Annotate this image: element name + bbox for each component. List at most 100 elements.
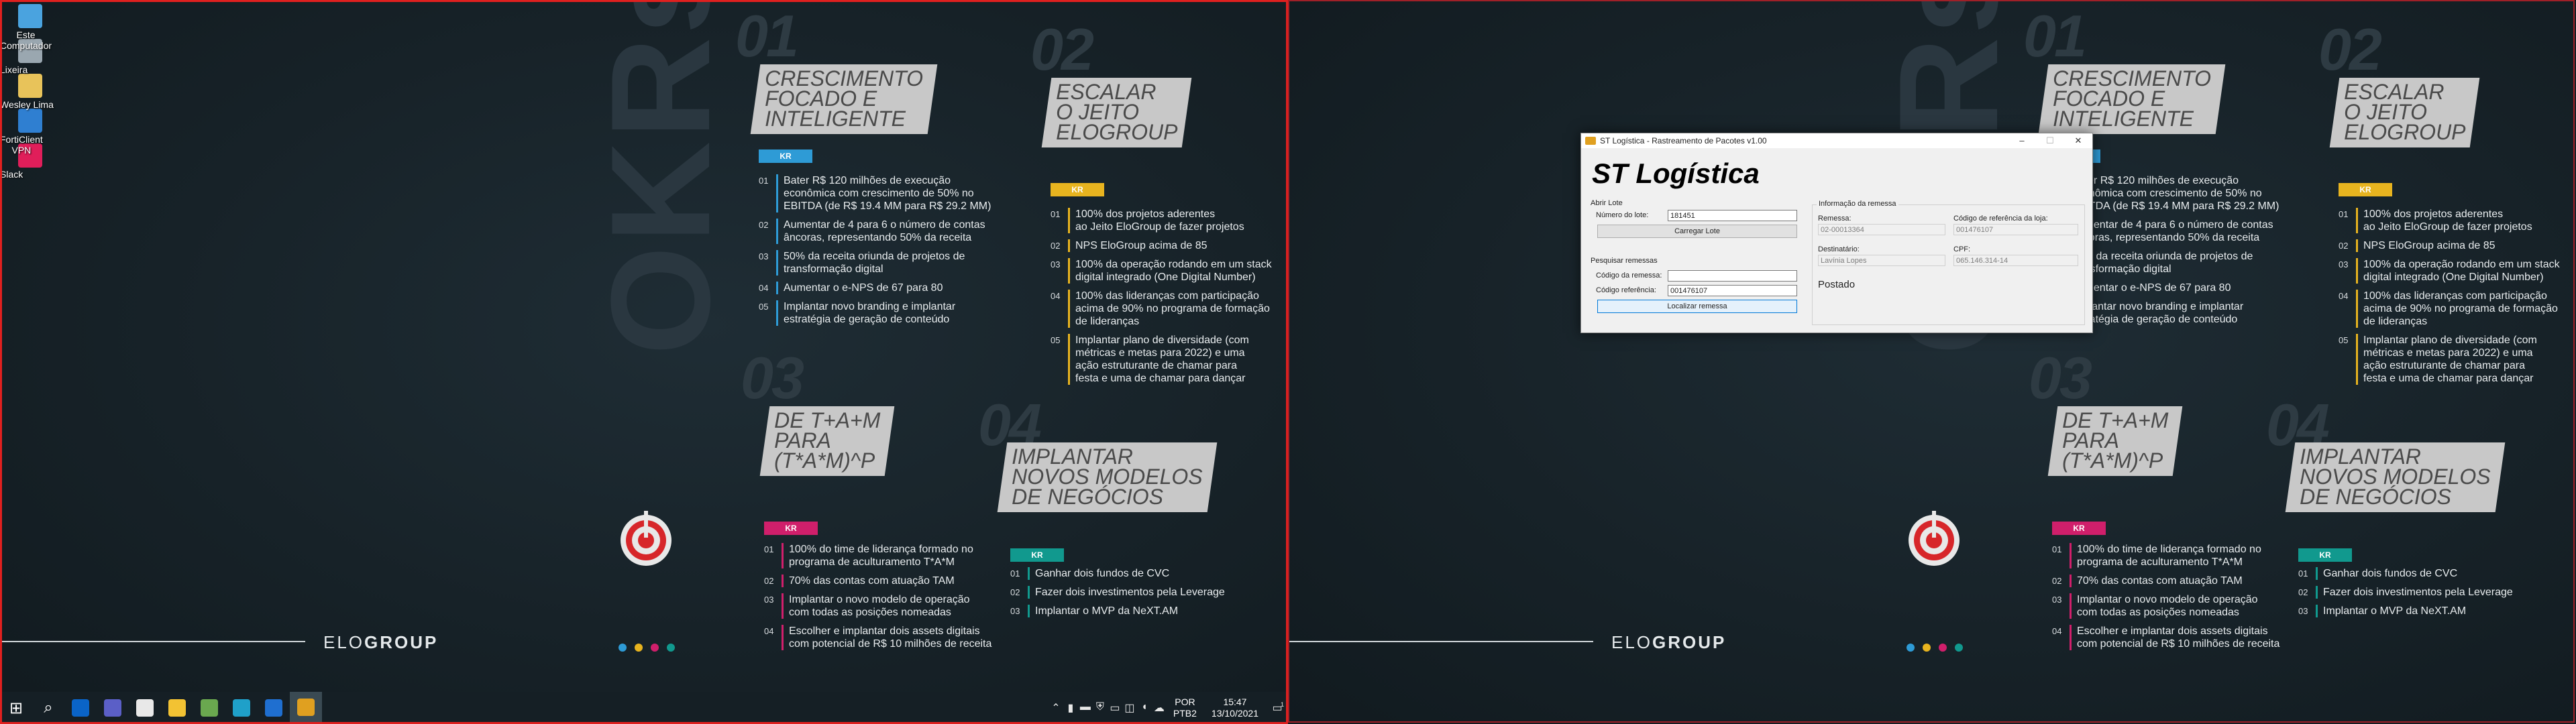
taskbar-button[interactable] (225, 692, 258, 724)
kr-item-text: Implantar plano de diversidade (com métr… (1075, 335, 1249, 384)
kr-item-text: Aumentar de 4 para 6 o número de contas … (2072, 219, 2273, 243)
kr-item-text: Fazer dois investimentos pela Leverage (2323, 587, 2513, 598)
kr-list-4: 01 Ganhar dois fundos de CVC 02 Fazer dois … (2298, 567, 2540, 623)
desktop-icon[interactable]: Este Computador (0, 4, 60, 51)
okr-number-2: 02 (2318, 16, 2382, 82)
kr-item-bar (2070, 543, 2072, 568)
st-logistica-window: ST Logística - Rastreamento de Pacotes v… (1580, 133, 2093, 333)
kr-item-text: 100% das lideranças com participação aci… (2363, 290, 2558, 327)
kr-item-number: 01 (764, 544, 774, 554)
taskbar-button[interactable]: ⊞ (0, 692, 32, 724)
kr-item: 05 Implantar plano de diversidade (com mé… (1051, 334, 1279, 385)
kr-item-number: 03 (764, 595, 774, 605)
chevron-up-icon[interactable]: ⌃ (1049, 701, 1063, 715)
kr-item: 01 100% do time de liderança formado no p… (764, 543, 1006, 568)
kr-item-text: Aumentar o e-NPS de 67 para 80 (784, 282, 943, 294)
kr-badge-3: KR (764, 522, 818, 535)
onedrive-icon[interactable]: ☁ (1152, 701, 1167, 715)
kr-item-text: 70% das contas com atuação TAM (789, 575, 955, 587)
battery-icon[interactable]: ▭ (1108, 701, 1122, 715)
st-logistica-app-icon (1585, 137, 1596, 145)
kr-badge-2: KR (1051, 183, 1104, 196)
desktop-icon[interactable]: FortiClient VPN (0, 109, 60, 156)
microphone-icon[interactable]: ▮ (1063, 701, 1078, 715)
kr-item-number: 01 (2052, 544, 2062, 554)
okr-number-3: 03 (2029, 345, 2092, 411)
taskbar-apps: ⊞ ⌕ (0, 692, 322, 724)
language-indicator[interactable]: POR PTB2 (1173, 697, 1197, 719)
kr-item-text: Implantar o MVP da NeXT.AM (2323, 605, 2467, 617)
desktop-icons: Este Computador Lixeira Wesley Lima FortiCl… (0, 4, 60, 180)
taskbar-button[interactable] (129, 692, 161, 724)
kr-list-2: 01 100% dos projetos aderentes ao Jeito E… (2339, 208, 2567, 391)
network-icon[interactable]: ◫ (1122, 701, 1137, 715)
monitor-2: OKRs ELOGROUP 01CRESCIMENTO FOCADO E INT… (1288, 0, 2576, 724)
notification-center-icon[interactable]: ▭ 1 (1267, 701, 1288, 715)
kr-item-text: NPS EloGroup acima de 85 (2363, 240, 2496, 251)
shield-icon[interactable]: ⛨ (1093, 701, 1108, 715)
kr-item-number: 04 (764, 626, 774, 636)
localizar-remessa-button[interactable]: Localizar remessa (1597, 300, 1797, 313)
kr-item-text: NPS EloGroup acima de 85 (1075, 240, 1208, 251)
clock[interactable]: 15:47 13/10/2021 (1212, 697, 1258, 719)
carregar-lote-button[interactable]: Carregar Lote (1597, 225, 1797, 238)
kr-item-number: 02 (1010, 587, 1020, 597)
pesquisar-legend: Pesquisar remessas (1591, 257, 1658, 265)
minimize-icon[interactable]: – (2008, 133, 2036, 148)
taskbar-button[interactable] (161, 692, 193, 724)
kr-item-bar (1068, 334, 1070, 385)
sourcetree-icon (265, 699, 282, 717)
taskbar-button[interactable] (258, 692, 290, 724)
kr-item-number: 03 (1010, 606, 1020, 616)
kr-item-text: 50% da receita oriunda de projetos de tr… (784, 251, 965, 275)
taskbar-button[interactable] (193, 692, 225, 724)
kr-item-text: Aumentar o e-NPS de 67 para 80 (2072, 282, 2231, 294)
codigo-loja-field: 001476107 (1953, 224, 2078, 235)
brand-dots (1907, 644, 1963, 652)
kr-item: 05 Implantar novo branding e implantar es… (759, 300, 1034, 326)
kr-item-bar (1028, 567, 1030, 580)
speaker-icon[interactable]: ◖ (1137, 701, 1152, 715)
dot-blue (1907, 644, 1915, 652)
kr-item-number: 03 (2298, 606, 2308, 616)
brand-dots (619, 644, 675, 652)
kr-item: 03 Implantar o MVP da NeXT.AM (1010, 605, 1252, 617)
kr-item-text: Implantar o novo modelo de operação com … (789, 594, 970, 618)
taskbar-button[interactable] (64, 692, 97, 724)
kr-item-number: 02 (2339, 241, 2349, 251)
codigo-referencia-label: Código referência: (1596, 286, 1656, 294)
maximize-icon[interactable]: ☐ (2036, 133, 2064, 148)
divider-line (0, 641, 305, 642)
kr-item: 04 Escolher e implantar dois assets digit… (2052, 625, 2294, 650)
kr-badge-1: KR (759, 149, 812, 163)
codigo-referencia-input[interactable]: 001476107 (1668, 285, 1797, 296)
dot-teal (1955, 644, 1963, 652)
taskbar-button[interactable]: ⌕ (32, 692, 64, 724)
remessa-field: 02-00013364 (1818, 224, 1945, 235)
codigo-remessa-input[interactable] (1668, 270, 1797, 282)
okr-number-1: 01 (735, 3, 799, 69)
kr-item: 02 Fazer dois investimentos pela Leverage (1010, 586, 1252, 599)
okr-title-box-1: CRESCIMENTO FOCADO E INTELIGENTE (750, 64, 938, 134)
desktop-icon[interactable]: Wesley Lima (0, 74, 60, 110)
windows-start-icon: ⊞ (9, 699, 23, 717)
kr-item-text: 50% da receita oriunda de projetos de tr… (2072, 251, 2253, 275)
target-icon (621, 511, 672, 566)
window-titlebar[interactable]: ST Logística - Rastreamento de Pacotes v… (1581, 133, 2092, 148)
desktop-icon-label: FortiClient VPN (0, 134, 43, 156)
taskbar-button[interactable] (290, 692, 322, 724)
kr-item: 04 100% das lideranças com participação a… (2339, 290, 2567, 328)
kr-item: 01 100% do time de liderança formado no p… (2052, 543, 2294, 568)
kr-item-number: 01 (2298, 568, 2308, 579)
taskbar-button[interactable] (97, 692, 129, 724)
codigo-remessa-label: Código da remessa: (1596, 272, 1662, 280)
kr-item: 01 100% dos projetos aderentes ao Jeito E… (1051, 208, 1279, 233)
usb-icon[interactable]: ▬ (1078, 701, 1093, 715)
pesquisar-remessas-group: Pesquisar remessas Código da remessa: Có… (1591, 257, 1805, 325)
close-icon[interactable]: ✕ (2064, 133, 2092, 148)
kr-item: 01 Bater R$ 120 milhões de execução econô… (759, 174, 1034, 213)
okr-title-1: CRESCIMENTO FOCADO E INTELIGENTE (2053, 66, 2212, 131)
kr-item-number: 01 (1051, 209, 1061, 219)
window-title: ST Logística - Rastreamento de Pacotes v… (1600, 136, 1767, 145)
numero-lote-input[interactable]: 181451 (1668, 210, 1797, 221)
